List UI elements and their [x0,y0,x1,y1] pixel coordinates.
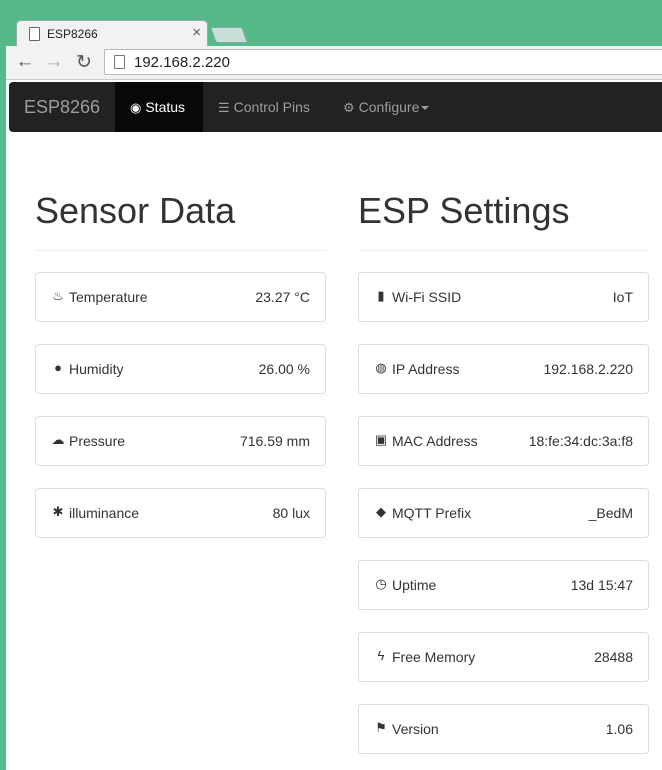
esp-value: 18:fe:34:dc:3a:f8 [528,433,633,449]
esp-label: MAC Address [392,433,478,449]
nav-status-label: Status [145,99,186,115]
page-icon [114,55,125,69]
time-icon: ◷ [375,576,387,591]
esp-divider [358,250,650,251]
sensor-label: illuminance [69,505,140,521]
esp-label: Uptime [392,577,437,593]
fire-icon: ♨ [52,288,64,303]
sensor-label: Pressure [69,433,126,449]
tab-title: ESP8266 [47,27,98,41]
signal-icon: ▮ [377,288,385,303]
nav-control-pins-label: Control Pins [233,99,310,115]
esp-panel-uptime: ◷ Uptime 13d 15:47 [358,560,649,610]
esp-label: IP Address [392,361,460,377]
flag-icon: ⚑ [375,720,387,735]
address-url[interactable]: 192.168.2.220 [134,54,230,71]
caret-down-icon [421,106,430,111]
browser-tab[interactable]: ESP8266 × [16,20,208,47]
tint-icon: ● [54,360,62,375]
navbar-brand[interactable]: ESP8266 [24,97,100,118]
cloud-icon: ☁ [51,432,65,447]
forward-arrow-icon[interactable]: → [43,51,65,73]
cog-icon: ⚙ [343,100,355,115]
esp-value: 28488 [594,649,633,665]
esp-label: Version [392,721,439,737]
esp-value: IoT [612,289,633,305]
nav-configure[interactable]: ⚙ Configure [343,82,430,132]
close-icon[interactable]: × [192,24,201,41]
sensor-panel-humidity: ● Humidity 26.00 % [35,344,326,394]
sensor-value: 716.59 mm [239,433,310,449]
nav-status[interactable]: ◉ Status [115,82,203,132]
asterisk-icon: ✱ [52,504,64,519]
reload-icon[interactable]: ↻ [73,51,95,74]
esp-value: _BedM [588,505,633,521]
esp-label: Free Memory [392,649,476,665]
esp-panel-version: ⚑ Version 1.06 [358,704,649,754]
globe-icon: ◍ [375,360,387,375]
web-page: ESP8266 ◉ Status ☰ Control Pins ⚙ Configure… [6,80,662,770]
sensor-label: Humidity [69,361,124,377]
sensor-value: 26.00 % [258,361,310,377]
nav-control-pins[interactable]: ☰ Control Pins [218,82,310,132]
tag-icon: ◆ [376,504,386,519]
esp-label: Wi-Fi SSID [392,289,462,305]
sensor-value: 80 lux [272,505,310,521]
esp-panel-ip-address: ◍ IP Address 192.168.2.220 [358,344,649,394]
dashboard-icon: ◉ [130,100,142,115]
esp-settings-title: ESP Settings [358,190,570,231]
esp-label: MQTT Prefix [392,505,472,521]
back-arrow-icon[interactable]: ← [14,51,36,73]
new-tab-button[interactable] [210,27,248,43]
esp-panel-mac-address: ▣ MAC Address 18:fe:34:dc:3a:f8 [358,416,649,466]
sensor-label: Temperature [69,289,148,305]
tasks-icon: ☰ [218,100,230,115]
browser-toolbar: ← → ↻ 192.168.2.220 [6,46,662,80]
sensor-panel-illuminance: ✱ illuminance 80 lux [35,488,326,538]
sensor-panel-pressure: ☁ Pressure 716.59 mm [35,416,326,466]
browser-tabstrip: ESP8266 × [0,0,662,47]
nav-configure-label: Configure [358,99,420,115]
top-navbar: ESP8266 ◉ Status ☰ Control Pins ⚙ Configure [9,82,662,132]
flash-icon: ϟ [377,648,385,663]
hdd-icon: ▣ [374,432,388,447]
esp-value: 13d 15:47 [570,577,633,593]
sensor-panel-temperature: ♨ Temperature 23.27 °C [35,272,326,322]
esp-panel-free-memory: ϟ Free Memory 28488 [358,632,649,682]
sensor-value: 23.27 °C [255,289,310,305]
page-icon [29,27,40,41]
esp-panel-mqtt-prefix: ◆ MQTT Prefix _BedM [358,488,649,538]
address-bar[interactable]: 192.168.2.220 [104,49,662,75]
esp-value: 1.06 [605,721,633,737]
esp-value: 192.168.2.220 [543,361,633,377]
sensor-divider [35,250,327,251]
sensor-data-title: Sensor Data [35,190,236,231]
esp-panel-wifi-ssid: ▮ Wi-Fi SSID IoT [358,272,649,322]
